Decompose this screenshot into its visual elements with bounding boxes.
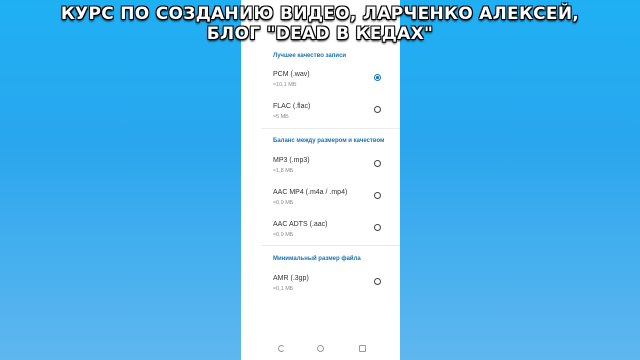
section-title-min-size: Минимальный размер файла xyxy=(273,256,361,262)
option-label: AMR (.3gp) xyxy=(273,275,309,282)
banner-line-2: Блог "Dead в кедах" xyxy=(206,24,434,44)
format-option-aac-mp4[interactable]: AAC MP4 (.m4a / .mp4) ≈0,9 МБ xyxy=(241,189,400,219)
divider xyxy=(261,245,400,246)
option-size: ≈0,9 МБ xyxy=(273,200,294,206)
radio-icon[interactable] xyxy=(374,106,381,113)
back-icon[interactable] xyxy=(278,345,285,352)
video-course-banner: Курс по созданию видео, Ларченко Алексей… xyxy=(0,4,640,44)
section-title-best-quality: Лучшее качество записи xyxy=(273,53,347,59)
format-option-pcm[interactable]: PCM (.wav) ≈10,1 МБ xyxy=(241,71,400,101)
option-label: MP3 (.mp3) xyxy=(273,157,310,164)
divider xyxy=(261,128,400,129)
option-label: AAC ADTS (.aac) xyxy=(273,221,328,228)
radio-icon[interactable] xyxy=(374,192,381,199)
section-title-balance: Баланс между размером и качеством xyxy=(273,138,385,144)
option-size: ≈0,9 МБ xyxy=(273,232,294,238)
option-label: PCM (.wav) xyxy=(273,71,310,78)
radio-selected-icon[interactable] xyxy=(374,74,381,81)
format-option-aac-adts[interactable]: AAC ADTS (.aac) ≈0,9 МБ xyxy=(241,221,400,251)
phone-screen: Формат Лучшее качество записи PCM (.wav)… xyxy=(241,0,400,360)
home-icon[interactable] xyxy=(317,345,324,352)
option-size: ≈1,8 МБ xyxy=(273,168,294,174)
format-option-mp3[interactable]: MP3 (.mp3) ≈1,8 МБ xyxy=(241,157,400,187)
option-label: FLAC (.flac) xyxy=(273,103,311,110)
option-size: ≈5 МБ xyxy=(273,114,289,120)
banner-line-1: Курс по созданию видео, Ларченко Алексей… xyxy=(60,4,580,24)
radio-icon[interactable] xyxy=(374,160,381,167)
option-size: ≈10,1 МБ xyxy=(273,82,297,88)
recent-apps-icon[interactable] xyxy=(359,345,366,352)
option-size: ≈0,1 МБ xyxy=(273,286,294,292)
format-option-amr[interactable]: AMR (.3gp) ≈0,1 МБ xyxy=(241,275,400,305)
radio-icon[interactable] xyxy=(374,278,381,285)
option-label: AAC MP4 (.m4a / .mp4) xyxy=(273,189,348,196)
system-navigation-bar xyxy=(241,340,400,360)
radio-icon[interactable] xyxy=(374,224,381,231)
